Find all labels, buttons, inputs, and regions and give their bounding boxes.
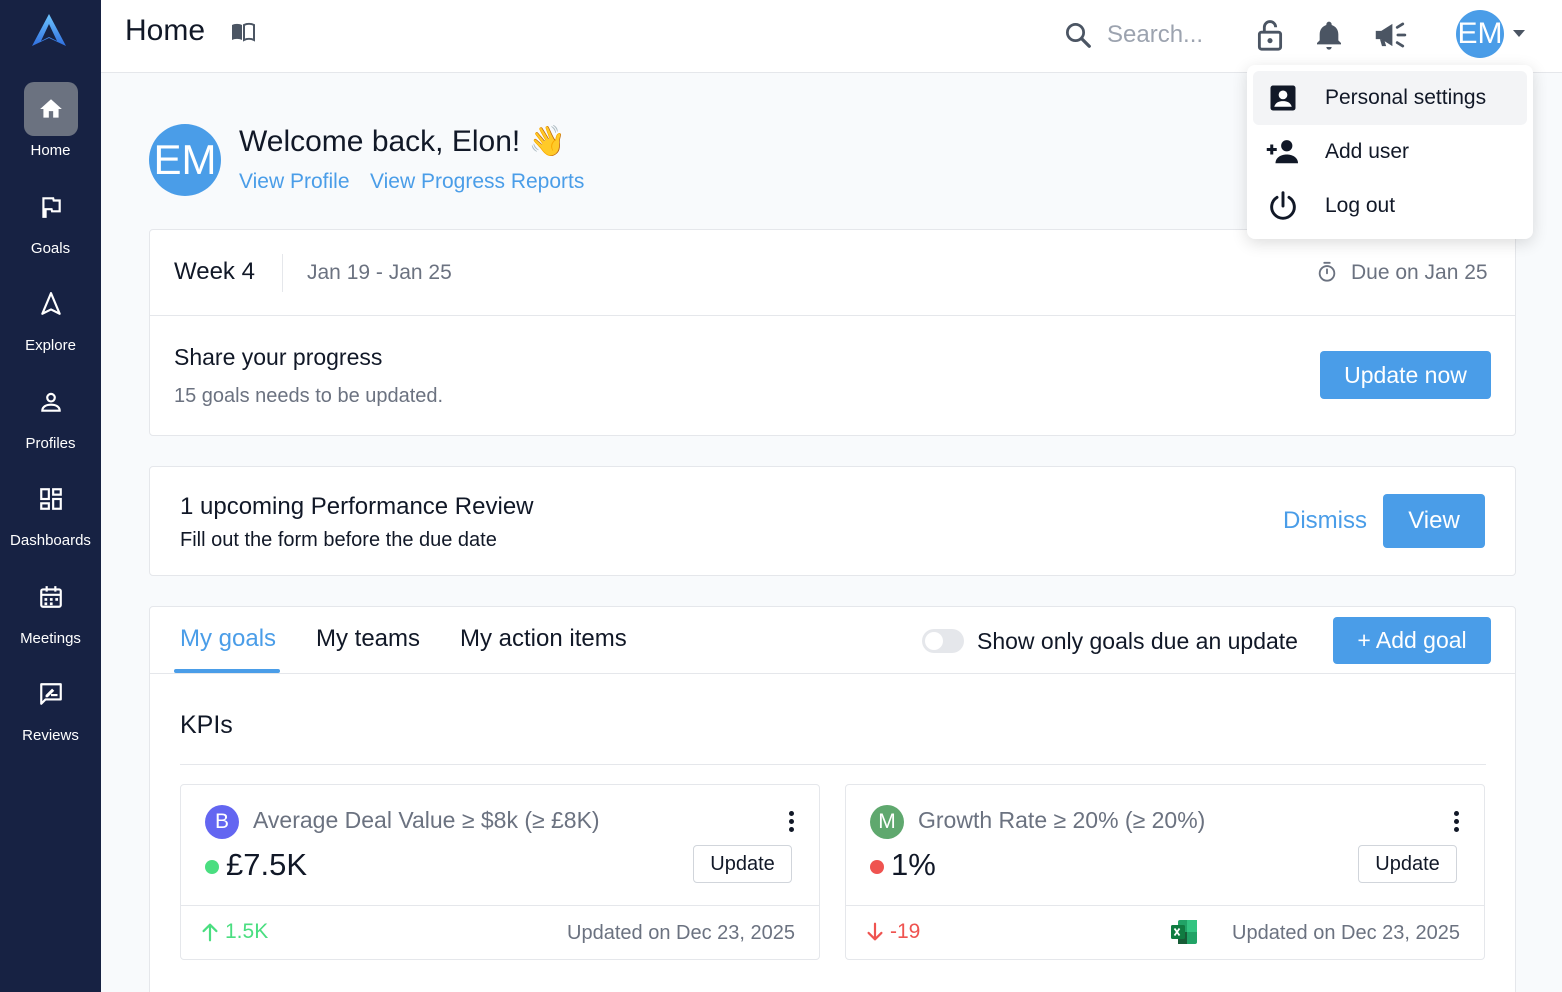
menu-item-label: Add user (1325, 140, 1410, 163)
sidebar-item-profiles[interactable]: Profiles (0, 375, 101, 465)
update-button[interactable]: Update (693, 845, 792, 883)
review-icon (24, 667, 78, 721)
welcome-heading: Welcome back, Elon! 👋 (239, 125, 566, 158)
kpi-value: 1% (891, 847, 936, 882)
sidebar-item-label: Meetings (20, 630, 81, 647)
owner-badge: M (870, 805, 904, 839)
kpi-title[interactable]: Average Deal Value ≥ $8k (≥ £8K) (253, 807, 600, 834)
kpi-delta-value: -19 (890, 920, 921, 943)
view-button[interactable]: View (1383, 494, 1485, 548)
weekly-progress-card: Week 4 Jan 19 - Jan 25 Due on Jan 25 Sha… (149, 229, 1516, 436)
review-subtitle: Fill out the form before the due date (180, 529, 497, 551)
dismiss-button[interactable]: Dismiss (1283, 507, 1367, 535)
sidebar: Home Goals Explore Profiles Dashboards M… (0, 0, 101, 992)
toggle-label: Show only goals due an update (977, 628, 1298, 654)
excel-icon (1171, 920, 1197, 944)
calendar-icon (24, 570, 78, 624)
divider (150, 673, 1515, 674)
navigation-icon (24, 277, 78, 331)
flag-icon (24, 180, 78, 234)
update-now-button[interactable]: Update now (1320, 351, 1491, 399)
page-title: Home (125, 14, 206, 47)
updated-date: Updated on Dec 23, 2025 (1232, 922, 1460, 944)
sidebar-item-dashboards[interactable]: Dashboards (0, 472, 101, 562)
share-progress-subtitle: 15 goals needs to be updated. (174, 385, 444, 407)
update-button[interactable]: Update (1358, 845, 1457, 883)
view-profile-link[interactable]: View Profile (239, 170, 350, 194)
sidebar-item-reviews[interactable]: Reviews (0, 667, 101, 757)
sidebar-item-goals[interactable]: Goals (0, 180, 101, 270)
week-date-range: Jan 19 - Jan 25 (307, 261, 452, 284)
kpi-delta: 1.5K (199, 920, 268, 944)
divider (181, 905, 819, 906)
timer-icon (1318, 261, 1336, 282)
home-icon (23, 82, 78, 136)
divider (150, 315, 1515, 316)
chevron-down-icon[interactable] (1513, 30, 1525, 37)
week-label: Week 4 (174, 258, 255, 285)
performance-review-card: 1 upcoming Performance Review Fill out t… (149, 466, 1516, 576)
divider (846, 905, 1484, 906)
top-bar: Home EM (101, 0, 1562, 73)
search-input[interactable] (1107, 16, 1237, 54)
sidebar-item-home[interactable]: Home (0, 82, 101, 172)
status-dot (205, 860, 219, 874)
account-box-icon (1253, 83, 1313, 113)
updated-date: Updated on Dec 23, 2025 (567, 922, 795, 944)
user-menu: Personal settings Add user Log out (1247, 65, 1533, 239)
kpi-value: £7.5K (226, 847, 308, 882)
divider (282, 254, 283, 292)
app-logo[interactable] (30, 12, 68, 50)
menu-item-label: Log out (1325, 194, 1396, 217)
sidebar-item-label: Home (30, 142, 71, 159)
menu-item-label: Personal settings (1325, 86, 1487, 109)
menu-item-personal-settings[interactable]: Personal settings (1253, 71, 1527, 125)
user-avatar[interactable]: EM (1456, 10, 1504, 58)
view-progress-reports-link[interactable]: View Progress Reports (370, 170, 584, 194)
kpi-title[interactable]: Growth Rate ≥ 20% (≥ 20%) (918, 807, 1205, 834)
due-date: Due on Jan 25 (1351, 261, 1488, 284)
more-vert-icon[interactable] (1454, 811, 1460, 835)
profile-avatar[interactable]: EM (149, 124, 221, 196)
sidebar-item-label: Profiles (25, 435, 76, 452)
add-goal-button[interactable]: + Add goal (1333, 617, 1491, 664)
status-dot (870, 860, 884, 874)
arrow-up-icon (202, 923, 218, 942)
goals-due-toggle[interactable] (922, 629, 964, 653)
sidebar-item-meetings[interactable]: Meetings (0, 570, 101, 660)
kpi-card[interactable]: B Average Deal Value ≥ $8k (≥ £8K) £7.5K… (180, 784, 820, 960)
tab-my-action-items[interactable]: My action items (460, 625, 627, 653)
review-title: 1 upcoming Performance Review (180, 493, 534, 520)
kpi-card[interactable]: M Growth Rate ≥ 20% (≥ 20%) 1% Update -1… (845, 784, 1485, 960)
sidebar-item-explore[interactable]: Explore (0, 277, 101, 367)
kpi-delta: -19 (864, 920, 920, 944)
arrow-down-icon (867, 922, 883, 941)
share-progress-title: Share your progress (174, 344, 383, 370)
more-vert-icon[interactable] (789, 811, 795, 835)
book-icon[interactable] (231, 22, 255, 42)
sidebar-item-label: Explore (25, 337, 76, 354)
divider (180, 764, 1486, 765)
owner-badge: B (205, 805, 239, 839)
bell-icon[interactable] (1313, 18, 1345, 52)
tab-my-teams[interactable]: My teams (316, 625, 420, 653)
sidebar-item-label: Dashboards (10, 532, 91, 549)
sidebar-item-label: Reviews (22, 727, 79, 744)
lock-open-icon[interactable] (1253, 18, 1287, 52)
section-title: KPIs (180, 711, 233, 739)
toggle-knob (925, 632, 943, 650)
megaphone-icon[interactable] (1373, 18, 1409, 52)
kpi-delta-value: 1.5K (225, 920, 269, 943)
goals-card: My goals My teams My action items Show o… (149, 606, 1516, 992)
menu-item-add-user[interactable]: Add user (1253, 125, 1527, 179)
dashboard-icon (24, 472, 78, 526)
person-add-icon (1253, 137, 1313, 167)
sidebar-item-label: Goals (30, 240, 71, 257)
menu-item-log-out[interactable]: Log out (1253, 179, 1527, 233)
search-icon[interactable] (1063, 20, 1093, 50)
person-icon (24, 375, 78, 429)
power-icon (1253, 190, 1313, 222)
tab-my-goals[interactable]: My goals (180, 625, 276, 653)
